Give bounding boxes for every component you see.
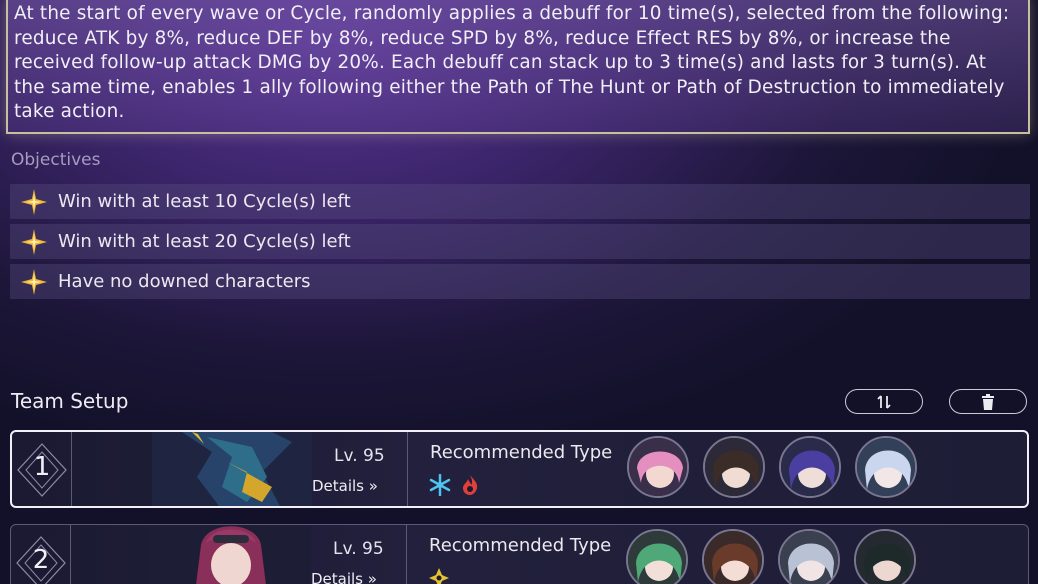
chevron-right-icon: »	[367, 570, 377, 584]
divider	[406, 525, 407, 584]
recommended-type-icons	[429, 474, 481, 496]
team-card-1[interactable]: 1 Lv. 95 Details » Recommended Type	[10, 430, 1029, 508]
trash-icon	[982, 393, 994, 410]
team-number-cell: 2	[11, 525, 71, 584]
avatar-brown-hair[interactable]	[703, 436, 765, 498]
divider	[407, 432, 408, 506]
objectives-heading: Objectives	[11, 150, 101, 170]
recommended-type-icons	[428, 567, 450, 584]
character-level: Lv. 95	[333, 539, 384, 559]
challenge-description-text: At the start of every wave or Cycle, ran…	[14, 3, 1010, 123]
recommended-type-label: Recommended Type	[429, 535, 612, 556]
objective-item: Win with at least 10 Cycle(s) left	[10, 184, 1030, 219]
details-label: Details	[311, 570, 364, 584]
avatar-pink-hair[interactable]	[627, 436, 689, 498]
objective-item: Have no downed characters	[10, 264, 1030, 299]
objective-label: Win with at least 20 Cycle(s) left	[58, 231, 351, 252]
avatar-green-hair[interactable]	[626, 529, 688, 584]
avatar-grey-hair[interactable]	[778, 529, 840, 584]
details-link[interactable]: Details »	[312, 477, 378, 495]
star-icon	[21, 188, 47, 215]
team-number-cell: 1	[12, 432, 72, 506]
team-number: 2	[32, 545, 50, 575]
avatar-dark-hair[interactable]	[854, 529, 916, 584]
avatar-silver-hair[interactable]	[855, 436, 917, 498]
avatar-purple-hair[interactable]	[779, 436, 841, 498]
chevron-right-icon: »	[368, 477, 378, 495]
objective-label: Win with at least 10 Cycle(s) left	[58, 191, 351, 212]
star-icon	[21, 268, 47, 295]
challenge-description-panel: At the start of every wave or Cycle, ran…	[6, 0, 1030, 134]
swap-arrows-icon	[877, 394, 891, 409]
recommended-type-label: Recommended Type	[430, 442, 613, 463]
team-card-2[interactable]: 2 Lv. 95 Details » Recommended Type	[10, 524, 1029, 584]
ice-type-icon	[429, 474, 451, 496]
avatar-list	[626, 529, 916, 584]
objective-label: Have no downed characters	[58, 271, 311, 292]
objective-item: Win with at least 20 Cycle(s) left	[10, 224, 1030, 259]
details-link[interactable]: Details »	[311, 570, 377, 584]
swap-button[interactable]	[845, 389, 923, 414]
character-portrait	[152, 432, 312, 506]
star-icon	[21, 228, 47, 255]
delete-button[interactable]	[949, 389, 1027, 414]
details-label: Details	[312, 477, 365, 495]
avatar-brown-red-hair[interactable]	[702, 529, 764, 584]
fire-type-icon	[463, 475, 478, 495]
team-number: 1	[33, 452, 51, 482]
team-setup-heading: Team Setup	[11, 389, 129, 413]
character-portrait	[151, 525, 311, 584]
quantum-type-icon	[429, 568, 449, 584]
avatar-list	[627, 436, 917, 498]
character-level: Lv. 95	[334, 446, 385, 466]
